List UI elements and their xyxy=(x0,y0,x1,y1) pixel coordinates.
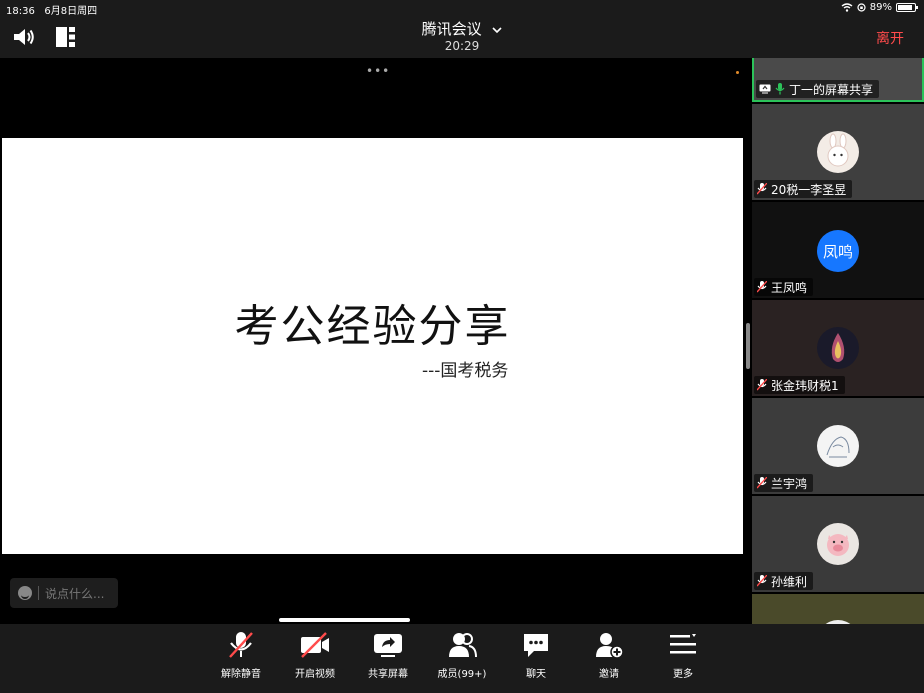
participant-tile[interactable]: 凤鸣 王凤鸣 xyxy=(752,202,924,298)
screen-share-icon xyxy=(759,84,771,94)
meeting-duration: 20:29 xyxy=(444,39,480,53)
mic-muted-icon xyxy=(229,632,253,658)
slide-title: 考公经验分享 xyxy=(234,301,511,352)
chat-icon xyxy=(524,634,548,657)
meeting-title-text: 腾讯会议 xyxy=(421,20,482,38)
avatar xyxy=(817,131,859,173)
more-menu-icon xyxy=(670,634,696,654)
avatar: 凤鸣 xyxy=(817,230,859,272)
avatar xyxy=(817,327,859,369)
chat-label: 聊天 xyxy=(526,669,546,680)
participant-tile[interactable]: 孙维利 xyxy=(752,496,924,592)
pig-avatar-icon xyxy=(827,534,849,556)
participant-name: 王凤鸣 xyxy=(771,280,808,295)
meeting-title[interactable]: 腾讯会议 xyxy=(0,18,924,39)
participant-label: 王凤鸣 xyxy=(754,278,814,296)
rabbit-avatar-icon xyxy=(827,133,849,167)
battery-icon xyxy=(896,3,918,12)
participant-tile[interactable]: 张金玮财税1 xyxy=(752,300,924,396)
unmute-label: 解除静音 xyxy=(221,669,261,680)
invite-icon xyxy=(596,633,624,659)
unmute-button[interactable]: 解除静音 xyxy=(206,630,276,680)
status-bar: 18:36 6月8日周四 89% xyxy=(0,0,924,17)
meeting-toolbar: 解除静音 开启视频 共享屏幕 成员(99+) 聊天 邀请 更多 xyxy=(0,624,924,693)
participant-label: 孙维利 xyxy=(754,572,814,590)
more-dots-icon[interactable]: ••• xyxy=(366,64,390,78)
flame-avatar-icon xyxy=(831,333,845,362)
start-video-button[interactable]: 开启视频 xyxy=(280,630,350,680)
participant-name: 20税一李圣昱 xyxy=(771,182,847,197)
chat-quick-input[interactable]: 说点什么... xyxy=(10,578,118,608)
invite-button[interactable]: 邀请 xyxy=(574,630,644,680)
wifi-icon xyxy=(841,3,853,12)
slide-subtitle: ---国考税务 xyxy=(422,361,509,381)
participant-tile[interactable]: 兰宇鸿 xyxy=(752,398,924,494)
battery-percent: 89% xyxy=(869,2,892,13)
video-off-icon xyxy=(301,632,329,658)
avatar xyxy=(817,523,859,565)
share-screen-label: 共享屏幕 xyxy=(368,669,408,680)
meeting-header: 腾讯会议 20:29 离开 xyxy=(0,16,924,58)
participant-label: 20税一李圣昱 xyxy=(754,180,853,198)
shared-slide: 考公经验分享 ---国考税务 xyxy=(2,138,743,554)
participant-sidebar: 丁一的屏幕共享 20税一李圣昱 凤鸣 王凤鸣 张金玮财税1 兰宇鸿 孙维利 xyxy=(752,58,924,624)
participant-label: 张金玮财税1 xyxy=(754,376,845,394)
recording-dot xyxy=(736,71,739,74)
members-button[interactable]: 成员(99+) xyxy=(427,630,497,680)
chat-button[interactable]: 聊天 xyxy=(501,630,571,680)
chat-placeholder: 说点什么... xyxy=(45,586,105,601)
home-indicator[interactable] xyxy=(279,618,410,622)
invite-label: 邀请 xyxy=(599,669,619,680)
sketch-avatar-icon xyxy=(826,436,850,458)
participant-tile[interactable]: 丁一的屏幕共享 xyxy=(752,58,924,102)
mic-muted-icon xyxy=(757,575,767,587)
participant-label: 兰宇鸿 xyxy=(754,474,814,492)
mic-muted-icon xyxy=(757,379,767,391)
input-divider xyxy=(38,586,39,600)
sidebar-drag-handle[interactable] xyxy=(746,323,750,369)
chevron-down-icon xyxy=(492,27,502,34)
leave-button[interactable]: 离开 xyxy=(876,28,904,48)
members-icon xyxy=(449,633,477,658)
mic-muted-icon xyxy=(757,281,767,293)
emoji-icon[interactable] xyxy=(18,586,32,600)
participant-tile[interactable]: 20税一李圣昱 xyxy=(752,104,924,200)
participant-name: 兰宇鸿 xyxy=(771,476,808,491)
participant-name: 张金玮财税1 xyxy=(771,378,839,393)
avatar xyxy=(817,425,859,467)
more-label: 更多 xyxy=(673,669,693,680)
participant-name: 丁一的屏幕共享 xyxy=(789,82,874,97)
share-screen-button[interactable]: 共享屏幕 xyxy=(353,630,423,680)
share-screen-icon xyxy=(374,634,402,657)
status-right: 89% xyxy=(841,2,918,13)
shared-screen-area: ••• 考公经验分享 ---国考税务 说点什么... xyxy=(0,58,752,624)
orientation-lock-icon xyxy=(857,3,866,12)
participant-label: 丁一的屏幕共享 xyxy=(756,80,880,98)
start-video-label: 开启视频 xyxy=(295,669,335,680)
participant-tile[interactable] xyxy=(752,594,924,624)
members-label: 成员(99+) xyxy=(437,669,487,680)
mic-muted-icon xyxy=(757,477,767,489)
mic-on-icon xyxy=(775,83,785,95)
participant-name: 孙维利 xyxy=(771,574,808,589)
more-button[interactable]: 更多 xyxy=(648,630,718,680)
mic-muted-icon xyxy=(757,183,767,195)
status-time-date: 18:36 6月8日周四 xyxy=(6,2,97,17)
